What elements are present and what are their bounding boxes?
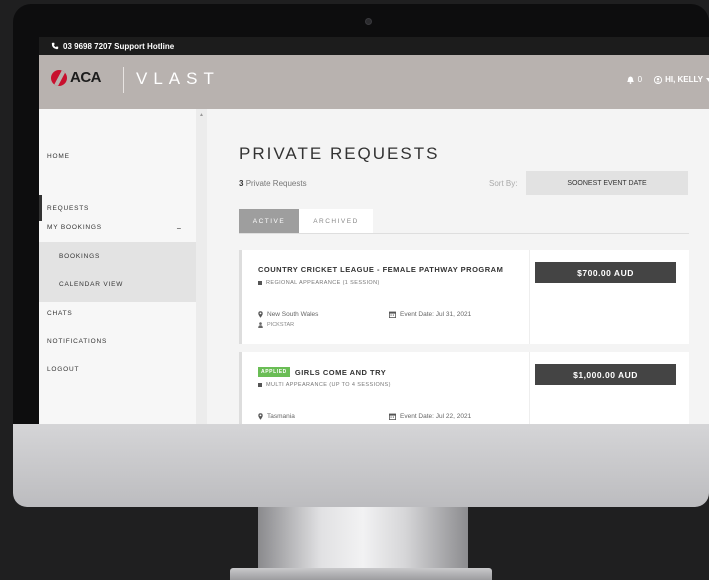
event-date-text: Event Date: Jul 22, 2021 xyxy=(400,413,472,420)
tab-active[interactable]: ACTIVE xyxy=(239,209,299,233)
sidebar-item-label: REQUESTS xyxy=(47,204,90,212)
sidebar-item-home[interactable]: HOME xyxy=(39,153,196,160)
request-card[interactable]: COUNTRY CRICKET LEAGUE - FEMALE PATHWAY … xyxy=(239,250,689,344)
request-title: APPLIED GIRLS COME AND TRY xyxy=(258,367,386,377)
request-location: New South Wales xyxy=(258,311,318,318)
calendar-icon xyxy=(389,311,396,318)
request-event-date: Event Date: Jul 31, 2021 xyxy=(389,311,471,318)
request-title-text: GIRLS COME AND TRY xyxy=(294,367,387,377)
vlast-logo[interactable]: VLAST xyxy=(136,69,220,89)
sidebar-item-chats[interactable]: CHATS xyxy=(39,310,196,317)
monitor-stand-base xyxy=(230,568,492,580)
aca-logo[interactable]: ACA xyxy=(51,69,102,86)
request-card[interactable]: APPLIED GIRLS COME AND TRY MULTI APPEARA… xyxy=(239,352,689,426)
aca-logo-text: ACA xyxy=(70,69,102,86)
sidebar-item-notifications[interactable]: NOTIFICATIONS xyxy=(39,338,196,345)
organiser-text: PICKSTAR xyxy=(267,322,295,328)
notifications-count: 0 xyxy=(637,75,643,84)
appearance-text: REGIONAL APPEARANCE (1 SESSION) xyxy=(266,280,380,286)
main-content: PRIVATE REQUESTS 3 Private Requests Sort… xyxy=(207,109,709,426)
request-count-number: 3 xyxy=(239,179,244,188)
app-screen: 03 9698 7207 Support Hotline ACA VLAST 0… xyxy=(39,37,709,426)
page-title: PRIVATE REQUESTS xyxy=(239,144,440,163)
request-title: COUNTRY CRICKET LEAGUE - FEMALE PATHWAY … xyxy=(258,265,503,274)
request-title-text: COUNTRY CRICKET LEAGUE - FEMALE PATHWAY … xyxy=(258,265,504,274)
request-organiser: PICKSTAR xyxy=(258,322,294,328)
card-divider xyxy=(529,250,530,344)
request-count: 3 Private Requests xyxy=(239,179,307,188)
collapse-icon[interactable]: − xyxy=(177,224,182,233)
support-hotline-bar[interactable]: 03 9698 7207 Support Hotline xyxy=(39,37,709,55)
price-tag[interactable]: $1,000.00 AUD xyxy=(535,364,676,385)
location-text: New South Wales xyxy=(267,311,319,318)
notifications-button[interactable]: 0 xyxy=(626,75,643,84)
request-appearance: MULTI APPEARANCE (UP TO 4 SESSIONS) xyxy=(258,382,391,388)
phone-icon xyxy=(51,42,59,50)
sort-label: Sort By: xyxy=(489,179,518,188)
price-tag[interactable]: $700.00 AUD xyxy=(535,262,676,283)
hotline-text: 03 9698 7207 Support Hotline xyxy=(63,41,175,51)
bookings-submenu: BOOKINGS CALENDAR VIEW xyxy=(39,242,196,302)
map-pin-icon xyxy=(258,413,263,420)
tab-archived[interactable]: ARCHIVED xyxy=(299,209,373,233)
user-icon xyxy=(258,322,263,328)
sidebar-item-requests[interactable]: REQUESTS xyxy=(39,195,196,221)
event-date-text: Event Date: Jul 31, 2021 xyxy=(400,311,472,318)
sort-dropdown[interactable]: SOONEST EVENT DATE xyxy=(526,171,688,195)
user-circle-icon xyxy=(654,75,663,84)
monitor-bezel: 03 9698 7207 Support Hotline ACA VLAST 0… xyxy=(13,4,709,507)
square-bullet-icon xyxy=(258,281,262,285)
monitor-stand-neck xyxy=(258,507,468,571)
logo-divider xyxy=(123,67,124,93)
sidebar: HOME REQUESTS MY BOOKINGS − BOOKINGS CAL… xyxy=(39,109,196,426)
card-divider xyxy=(529,352,530,426)
request-event-date: Event Date: Jul 22, 2021 xyxy=(389,413,471,420)
sidebar-item-my-bookings[interactable]: MY BOOKINGS − xyxy=(39,224,196,233)
location-text: Tasmania xyxy=(267,413,295,420)
square-bullet-icon xyxy=(258,383,262,387)
appearance-text: MULTI APPEARANCE (UP TO 4 SESSIONS) xyxy=(266,382,391,388)
sidebar-scrollbar[interactable]: ▲ xyxy=(196,109,207,426)
request-appearance: REGIONAL APPEARANCE (1 SESSION) xyxy=(258,280,380,286)
request-tabs: ACTIVE ARCHIVED xyxy=(239,209,689,234)
sidebar-item-calendar-view[interactable]: CALENDAR VIEW xyxy=(59,281,123,288)
aca-emblem-icon xyxy=(51,69,67,86)
monitor-chin xyxy=(13,424,709,507)
sidebar-item-logout[interactable]: LOGOUT xyxy=(39,366,196,373)
header-actions: 0 HI, KELLY xyxy=(626,75,709,84)
sidebar-item-bookings[interactable]: BOOKINGS xyxy=(59,253,100,260)
webcam xyxy=(365,18,372,25)
user-greeting: HI, KELLY xyxy=(665,75,703,84)
status-badge: APPLIED xyxy=(258,367,290,377)
map-pin-icon xyxy=(258,311,263,318)
request-location: Tasmania xyxy=(258,413,295,420)
user-menu[interactable]: HI, KELLY xyxy=(654,75,709,84)
top-header: ACA VLAST 0 HI, KELLY xyxy=(39,55,709,109)
bell-icon xyxy=(626,76,634,84)
sidebar-item-label: MY BOOKINGS xyxy=(47,224,102,231)
calendar-icon xyxy=(389,413,396,420)
request-count-label: Private Requests xyxy=(245,179,307,188)
scroll-up-icon[interactable]: ▲ xyxy=(199,112,204,118)
